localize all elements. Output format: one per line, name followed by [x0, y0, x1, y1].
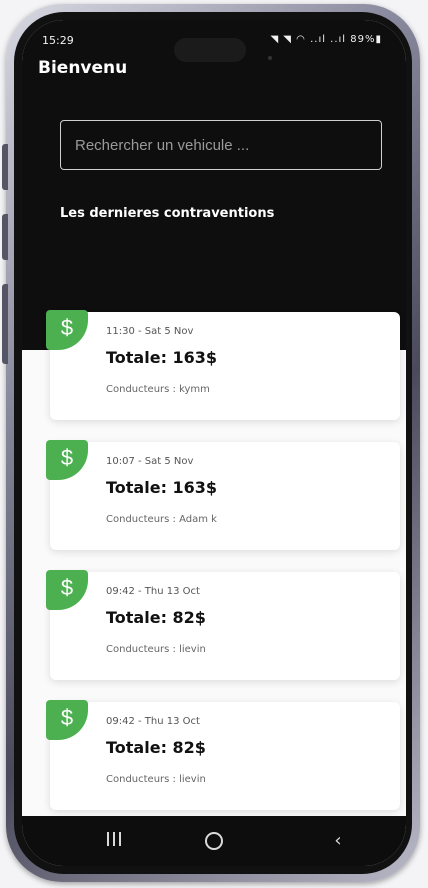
- card-datetime: 09:42 - Thu 13 Oct: [106, 716, 200, 727]
- section-title: Les dernieres contraventions: [60, 206, 275, 221]
- system-nav-bar: ‹: [22, 816, 406, 866]
- card-driver: Conducteurs : kymm: [106, 384, 210, 395]
- contravention-card[interactable]: $ 10:07 - Sat 5 Nov Totale: 163$ Conduct…: [46, 440, 400, 550]
- home-button[interactable]: [194, 826, 234, 856]
- contravention-card[interactable]: $ 09:42 - Thu 13 Oct Totale: 82$ Conduct…: [46, 570, 400, 680]
- card-driver: Conducteurs : lievin: [106, 644, 206, 655]
- dollar-icon: $: [46, 570, 88, 610]
- recent-apps-icon: [105, 826, 123, 856]
- status-time: 15:29: [42, 34, 74, 47]
- dollar-icon: $: [46, 440, 88, 480]
- contravention-list: $ 11:30 - Sat 5 Nov Totale: 163$ Conduct…: [46, 310, 400, 832]
- page-title: Bienvenu: [38, 58, 128, 78]
- card-total: Totale: 82$: [106, 608, 206, 627]
- device-frame-stage: 15:29 ◥ ◥ ◠ ..ıl ..ıl 89%▮ Bienvenu Les …: [0, 0, 428, 888]
- home-icon: [205, 832, 223, 850]
- sensor-dot: [268, 56, 272, 60]
- app-screen: 15:29 ◥ ◥ ◠ ..ıl ..ıl 89%▮ Bienvenu Les …: [22, 20, 406, 866]
- power-button: [2, 284, 8, 364]
- search-box[interactable]: [60, 120, 382, 170]
- dollar-icon: $: [46, 310, 88, 350]
- card-driver: Conducteurs : Adam k: [106, 514, 217, 525]
- search-input[interactable]: [61, 121, 381, 169]
- card-datetime: 11:30 - Sat 5 Nov: [106, 326, 194, 337]
- card-total: Totale: 163$: [106, 478, 218, 497]
- volume-up-button: [2, 144, 8, 190]
- dollar-icon: $: [46, 700, 88, 740]
- camera-cutout: [174, 38, 246, 62]
- card-datetime: 10:07 - Sat 5 Nov: [106, 456, 194, 467]
- recent-apps-button[interactable]: [94, 826, 134, 856]
- card-total: Totale: 163$: [106, 348, 218, 367]
- card-total: Totale: 82$: [106, 738, 206, 757]
- volume-down-button: [2, 214, 8, 260]
- back-button[interactable]: ‹: [318, 826, 358, 856]
- card-datetime: 09:42 - Thu 13 Oct: [106, 586, 200, 597]
- card-driver: Conducteurs : lievin: [106, 774, 206, 785]
- status-icons: ◥ ◥ ◠ ..ıl ..ıl 89%▮: [270, 34, 382, 45]
- contravention-card[interactable]: $ 11:30 - Sat 5 Nov Totale: 163$ Conduct…: [46, 310, 400, 420]
- back-icon: ‹: [334, 830, 342, 851]
- contravention-card[interactable]: $ 09:42 - Thu 13 Oct Totale: 82$ Conduct…: [46, 700, 400, 810]
